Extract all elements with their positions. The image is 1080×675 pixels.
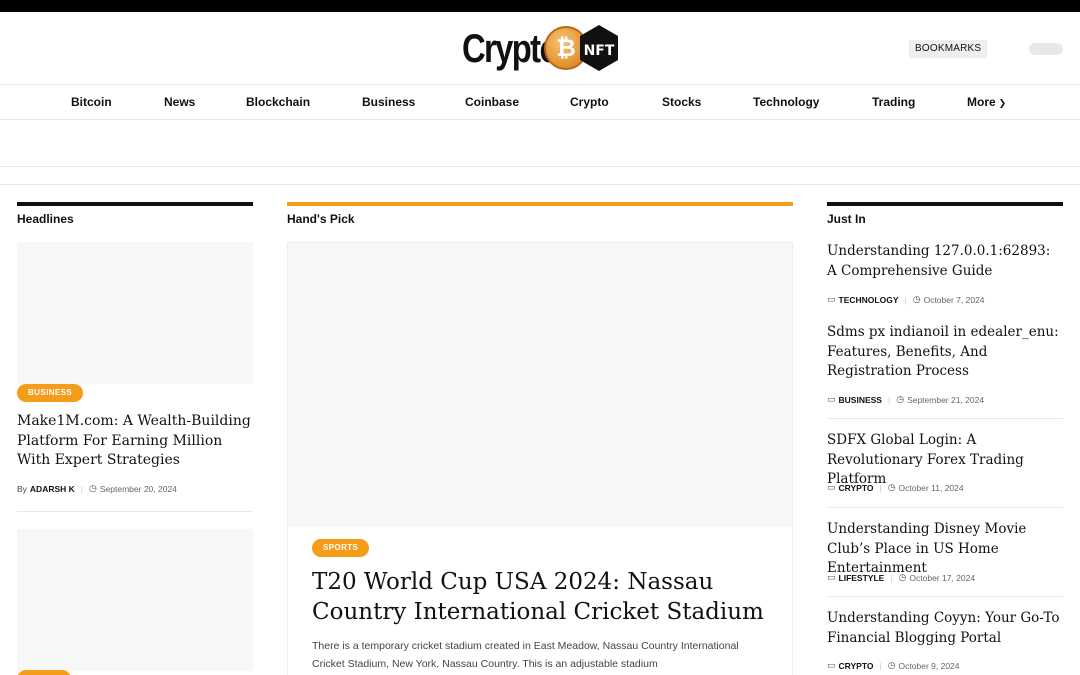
top-black-bar [0, 0, 1080, 12]
folder-icon: ▭ [827, 294, 836, 304]
folder-icon: ▭ [827, 482, 836, 492]
just-in-title[interactable]: SDFX Global Login: A Revolutionary Forex… [827, 431, 1063, 490]
featured-excerpt: There is a temporary cricket stadium cre… [312, 640, 739, 670]
clock-icon: ◷ [898, 572, 907, 582]
headline-thumbnail-2[interactable] [17, 529, 253, 671]
just-in-title[interactable]: Sdms px indianoil in edealer_enu: Featur… [827, 323, 1063, 382]
site-header: Crypto ₿ NFT BOOKMARKS [0, 12, 1080, 85]
headlines-heading: Headlines [17, 212, 74, 226]
just-in-meta: ▭ CRYPTO | ◷ October 9, 2024 [827, 660, 960, 671]
just-in-meta: ▭ BUSINESS | ◷ September 21, 2024 [827, 394, 984, 405]
featured-thumbnail[interactable] [288, 243, 792, 527]
headline-meta: By ADARSH K | ◷ September 20, 2024 [17, 483, 177, 494]
just-in-meta: ▭ LIFESTYLE | ◷ October 17, 2024 [827, 572, 975, 583]
just-in-heading: Just In [827, 212, 866, 226]
meta-separator: | [80, 483, 84, 494]
nav-item-technology[interactable]: Technology [753, 85, 819, 120]
post-date: October 9, 2024 [898, 660, 960, 671]
nav-more-label: More [967, 95, 996, 109]
nav-item-news[interactable]: News [164, 85, 195, 120]
just-in-title[interactable]: Understanding Coyyn: Your Go-To Financia… [827, 609, 1063, 648]
category-link[interactable]: BUSINESS [839, 395, 882, 405]
meta-separator: | [879, 660, 882, 671]
post-date: October 17, 2024 [909, 572, 976, 583]
just-in-title[interactable]: Understanding 127.0.0.1:62893: A Compreh… [827, 242, 1063, 281]
category-link[interactable]: LIFESTYLE [839, 573, 885, 583]
clock-icon: ◷ [896, 394, 905, 404]
post-date: September 21, 2024 [907, 394, 985, 405]
post-date: October 11, 2024 [898, 482, 964, 493]
folder-icon: ▭ [827, 394, 836, 404]
clock-icon: ◷ [887, 482, 896, 492]
main-navigation: Bitcoin News Blockchain Business Coinbas… [0, 85, 1080, 120]
headline-title[interactable]: Make1M.com: A Wealth-Building Platform F… [17, 412, 253, 471]
nav-item-coinbase[interactable]: Coinbase [465, 85, 519, 120]
nft-badge-icon: NFT [578, 24, 620, 72]
category-badge-2[interactable] [17, 670, 71, 675]
dark-mode-toggle[interactable] [1029, 43, 1063, 55]
just-in-divider [827, 596, 1063, 597]
nav-item-more[interactable]: More ❯ [967, 85, 1006, 120]
nav-item-bitcoin[interactable]: Bitcoin [71, 85, 112, 120]
folder-icon: ▭ [827, 660, 836, 670]
category-link[interactable]: CRYPTO [839, 661, 874, 671]
featured-title[interactable]: T20 World Cup USA 2024: Nassau Country I… [312, 567, 772, 627]
category-link[interactable]: TECHNOLOGY [839, 295, 899, 305]
post-date: October 7, 2024 [923, 294, 985, 305]
just-in-title[interactable]: Understanding Disney Movie Club’s Place … [827, 520, 1063, 579]
meta-separator: | [890, 572, 893, 583]
just-in-top-bar [827, 202, 1063, 206]
nav-item-business[interactable]: Business [362, 85, 415, 120]
nav-item-trading[interactable]: Trading [872, 85, 915, 120]
clock-icon: ◷ [887, 660, 896, 670]
hands-pick-top-bar [287, 202, 793, 206]
site-logo[interactable]: Crypto ₿ NFT [462, 24, 618, 74]
nav-item-crypto[interactable]: Crypto [570, 85, 609, 120]
just-in-divider [827, 418, 1063, 419]
just-in-meta: ▭ CRYPTO | ◷ October 11, 2024 [827, 482, 964, 493]
clock-icon: ◷ [912, 294, 921, 304]
chevron-down-icon: ❯ [998, 98, 1007, 108]
clock-icon: ◷ [89, 483, 97, 493]
by-label: By [17, 483, 27, 494]
author-link[interactable]: ADARSH K [30, 484, 75, 494]
featured-category-badge[interactable]: SPORTS [312, 539, 370, 557]
folder-icon: ▭ [827, 572, 836, 582]
nav-item-blockchain[interactable]: Blockchain [246, 85, 310, 120]
headline-thumbnail[interactable] [17, 242, 253, 384]
meta-separator: | [887, 394, 891, 405]
category-badge[interactable]: BUSINESS [17, 384, 84, 402]
bookmarks-button[interactable]: BOOKMARKS [909, 40, 988, 58]
nft-badge-text: NFT [584, 43, 615, 59]
category-link[interactable]: CRYPTO [839, 483, 874, 493]
headlines-top-bar [17, 202, 253, 206]
just-in-divider [827, 507, 1063, 508]
nav-item-stocks[interactable]: Stocks [662, 85, 701, 120]
headline-divider [17, 511, 253, 512]
just-in-meta: ▭ TECHNOLOGY | ◷ October 7, 2024 [827, 294, 985, 305]
ad-band [0, 166, 1080, 185]
post-date: September 20, 2024 [99, 483, 177, 494]
meta-separator: | [904, 294, 907, 305]
hands-pick-heading: Hand's Pick [287, 212, 355, 226]
meta-separator: | [879, 482, 882, 493]
